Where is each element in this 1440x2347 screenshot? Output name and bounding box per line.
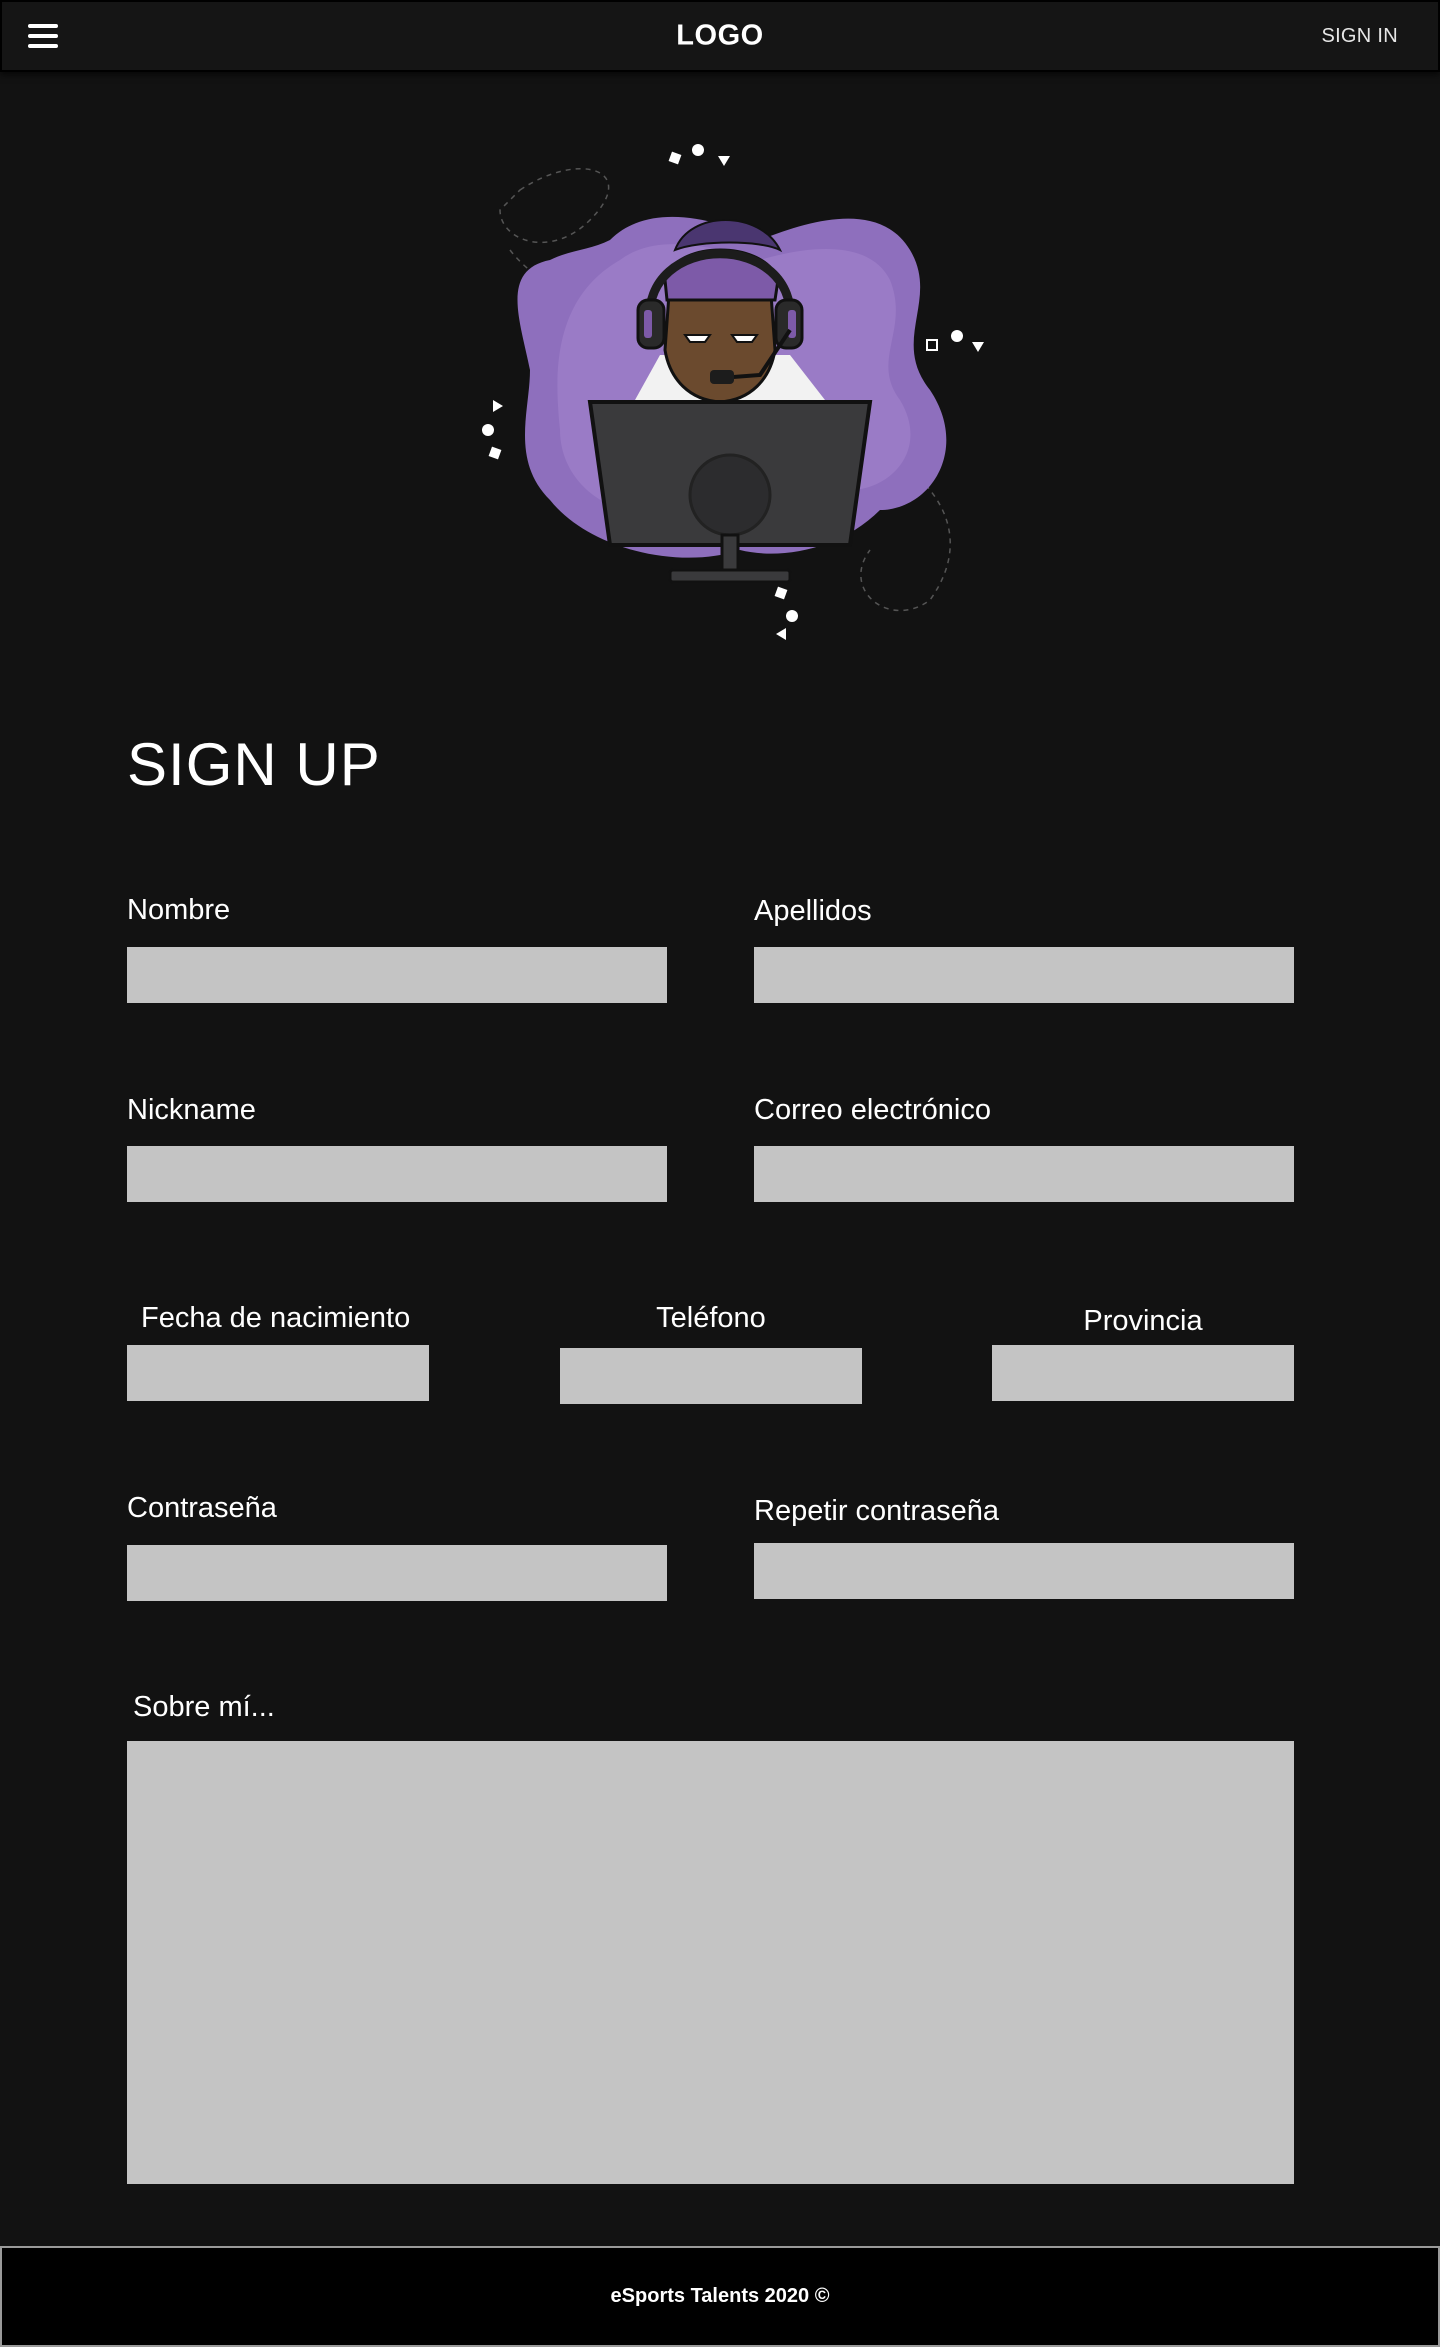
confetti-dot bbox=[482, 424, 494, 436]
confetti-square bbox=[668, 151, 682, 165]
confetti-triangle bbox=[972, 342, 984, 352]
site-logo[interactable]: LOGO bbox=[676, 20, 763, 53]
nombre-input[interactable] bbox=[127, 947, 667, 1003]
confetti-dot bbox=[786, 610, 798, 622]
page-title: SIGN UP bbox=[127, 731, 381, 798]
provincia-label: Provincia bbox=[1083, 1305, 1203, 1337]
contrasena-label: Contraseña bbox=[127, 1492, 277, 1524]
fecha-nacimiento-label: Fecha de nacimiento bbox=[141, 1302, 411, 1334]
gamer-with-headset-illustration bbox=[482, 144, 984, 640]
provincia-input[interactable] bbox=[992, 1345, 1294, 1401]
telefono-label: Teléfono bbox=[656, 1302, 766, 1334]
footer: eSports Talents 2020 © bbox=[0, 2246, 1440, 2347]
footer-copyright: eSports Talents 2020 © bbox=[610, 2285, 830, 2307]
repeat-password-input[interactable] bbox=[754, 1543, 1294, 1599]
confetti-square bbox=[774, 586, 788, 600]
dashed-orbit bbox=[499, 168, 610, 244]
top-nav-bar: LOGO SIGN IN bbox=[0, 0, 1440, 72]
telefono-input[interactable] bbox=[560, 1348, 862, 1404]
signup-page: LOGO SIGN IN SIGN UP Nombre Apellidos Ni… bbox=[0, 0, 1440, 2347]
nickname-input[interactable] bbox=[127, 1146, 667, 1202]
confetti-triangle bbox=[493, 400, 503, 412]
password-input[interactable] bbox=[127, 1545, 667, 1601]
sobre-mi-label: Sobre mí... bbox=[133, 1691, 275, 1723]
nombre-label: Nombre bbox=[127, 894, 231, 926]
confetti-triangle bbox=[718, 156, 730, 166]
confetti-dot bbox=[951, 330, 963, 342]
nickname-label: Nickname bbox=[127, 1094, 256, 1126]
sign-in-link[interactable]: SIGN IN bbox=[1321, 25, 1398, 48]
monitor-logo bbox=[688, 453, 772, 537]
monitor-base bbox=[668, 568, 792, 584]
earcup-accent bbox=[644, 310, 652, 338]
eye-left bbox=[683, 334, 712, 343]
apellidos-label: Apellidos bbox=[754, 895, 872, 927]
sobre-mi-textarea[interactable] bbox=[127, 1741, 1294, 2184]
mic-head bbox=[710, 370, 734, 384]
eye-right bbox=[730, 334, 759, 343]
email-input[interactable] bbox=[754, 1146, 1294, 1202]
confetti-triangle bbox=[776, 628, 786, 640]
confetti-square bbox=[488, 446, 502, 460]
confetti-dot bbox=[692, 144, 704, 156]
repetir-contrasena-label: Repetir contraseña bbox=[754, 1495, 1000, 1527]
confetti-square bbox=[926, 339, 938, 351]
apellidos-input[interactable] bbox=[754, 947, 1294, 1003]
hamburger-menu-icon[interactable] bbox=[28, 24, 58, 48]
correo-label: Correo electrónico bbox=[754, 1094, 991, 1126]
fecha-nacimiento-input[interactable] bbox=[127, 1345, 429, 1401]
